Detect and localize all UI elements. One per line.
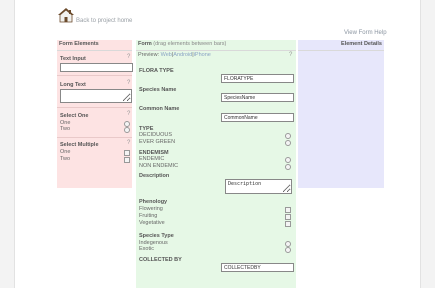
field-label-common-name: Common Name [139,106,180,112]
long-text-element-preview[interactable] [60,89,132,103]
form-header: Form (drag elements between bars) [136,40,296,51]
radio-button[interactable] [285,164,291,170]
checkbox[interactable] [124,157,130,163]
phenology-option: Flowering [139,206,163,212]
type-option: EVER GREEN [139,139,176,145]
description-textarea[interactable]: Description [225,179,292,194]
select-multiple-help-icon[interactable]: ? [127,140,130,146]
form-builder-panel: Form (drag elements between bars) Previe… [136,40,296,288]
endemism-option: NON ENDEMIC [139,163,179,169]
field-label-description: Description [139,173,170,179]
phenology-option: Fruiting [139,213,158,219]
divider [57,107,132,108]
preview-web-link[interactable]: Web [161,52,172,58]
preview-switcher: Preview: Web|Android|iPhone [138,52,211,58]
field-label-flora-type: FLORA TYPE [139,68,174,74]
field-label-collected-by: COLLECTED BY [139,257,182,263]
select-one-element-label[interactable]: Select One [60,113,88,119]
preview-android-link[interactable]: Android [173,52,192,58]
phenology-option: Vegetative [139,220,165,226]
checkbox[interactable] [285,214,291,220]
radio-button[interactable] [285,133,291,139]
endemism-option: ENDEMIC [139,156,165,162]
form-header-title: Form [138,41,152,47]
element-details-header: Element Details [298,40,384,51]
type-option: DECIDUOUS [139,132,173,138]
select-one-option: Two [60,126,71,132]
radio-button[interactable] [285,247,291,253]
text-input-element-preview[interactable] [60,63,133,72]
divider [57,137,132,138]
form-help-icon[interactable]: ? [289,52,292,58]
long-text-help-icon[interactable]: ? [127,80,130,86]
species-name-input[interactable] [221,93,294,102]
form-elements-header: Form Elements [57,40,132,51]
divider [57,75,132,76]
field-label-species-name: Species Name [139,87,177,93]
select-multiple-option: Two [60,156,71,162]
flora-type-input[interactable] [221,74,294,83]
radio-button[interactable] [285,157,291,163]
select-multiple-element-label[interactable]: Select Multiple [60,142,99,148]
preview-iphone-link[interactable]: iPhone [194,52,211,58]
collected-by-input[interactable] [221,263,294,272]
element-details-panel: Element Details [298,40,384,188]
long-text-element-label[interactable]: Long Text [60,82,86,88]
text-input-element-label[interactable]: Text Input [60,56,86,62]
field-label-phenology: Phenology [139,199,168,205]
select-multiple-option: One [60,149,71,155]
common-name-input[interactable] [221,113,294,122]
checkbox[interactable] [124,150,130,156]
text-input-help-icon[interactable]: ? [127,54,130,60]
radio-button[interactable] [124,127,130,133]
checkbox[interactable] [285,207,291,213]
preview-label: Preview: [138,52,160,58]
back-to-project-link[interactable]: Back to project home [76,18,132,24]
checkbox[interactable] [285,221,291,227]
form-header-subtitle: (drag elements between bars) [153,41,227,47]
select-one-help-icon[interactable]: ? [127,111,130,117]
species-type-option: Exotic [139,246,154,252]
form-elements-panel: Form Elements Text Input ? Long Text ? S… [57,40,133,188]
view-form-help-link[interactable]: View Form Help [344,30,387,36]
radio-button[interactable] [285,140,291,146]
field-label-species-type: Species Type [139,233,174,239]
home-icon[interactable] [57,6,75,24]
